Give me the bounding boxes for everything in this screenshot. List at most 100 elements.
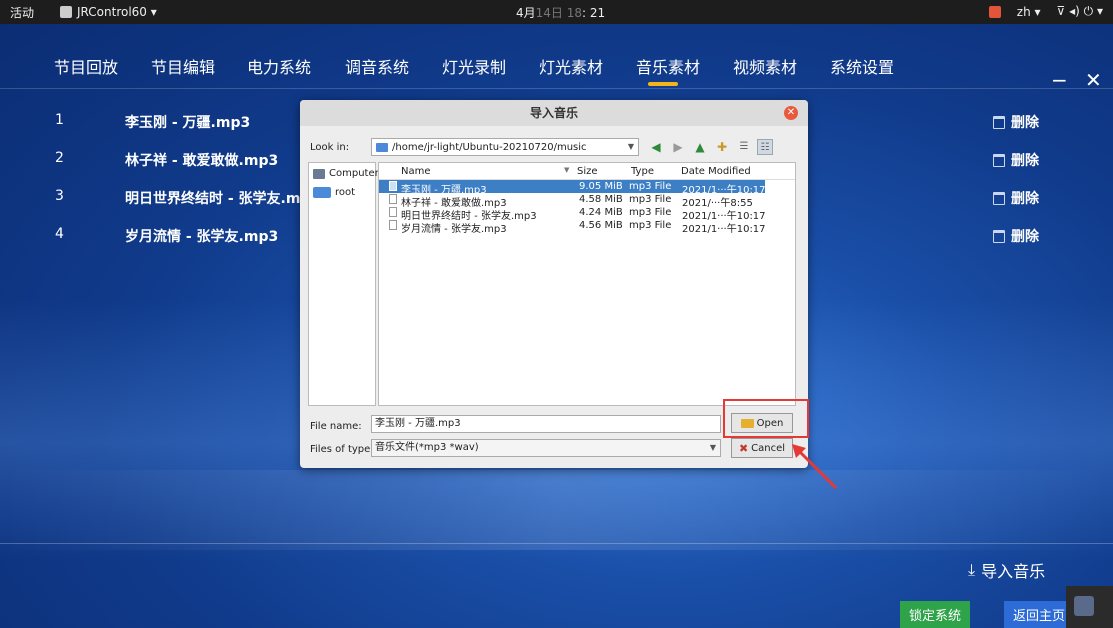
file-size: 9.05 MiB bbox=[579, 181, 623, 192]
file-type: mp3 File bbox=[629, 194, 672, 205]
overlay-widget[interactable] bbox=[1066, 586, 1113, 628]
file-row[interactable]: 明日世界终结时 - 张学友.mp3 4.24 MiB mp3 File 2021… bbox=[379, 206, 766, 222]
row-index: 2 bbox=[55, 150, 64, 166]
cancel-label: Cancel bbox=[751, 442, 786, 454]
row-name: 岁月流情 - 张学友.mp3 bbox=[125, 229, 279, 245]
trash-icon bbox=[993, 153, 1005, 167]
sidebar-item-computer[interactable]: Computer bbox=[313, 168, 379, 179]
delete-button[interactable]: 删除 bbox=[993, 150, 1039, 170]
file-name-label: File name: bbox=[310, 421, 362, 432]
tab-playback[interactable]: 节目回放 bbox=[54, 54, 118, 78]
row-index: 1 bbox=[55, 112, 64, 128]
row-index: 4 bbox=[55, 226, 64, 242]
delete-button[interactable]: 删除 bbox=[993, 112, 1039, 132]
file-row[interactable]: 岁月流情 - 张学友.mp3 4.56 MiB mp3 File 2021/1·… bbox=[379, 219, 766, 235]
highlight-box bbox=[723, 399, 809, 438]
tab-system-settings[interactable]: 系统设置 bbox=[830, 54, 894, 78]
look-in-label: Look in: bbox=[310, 142, 350, 153]
background-wave-highlight bbox=[0, 470, 1113, 550]
tab-light-material[interactable]: 灯光素材 bbox=[539, 54, 603, 78]
sidebar-item-label: Computer bbox=[329, 168, 379, 179]
clock-month: 4月 bbox=[516, 6, 536, 20]
delete-label: 删除 bbox=[1011, 229, 1039, 245]
file-icon bbox=[389, 181, 397, 191]
file-list: Name ▼ Size Type Date Modified 李玉刚 - 万疆.… bbox=[378, 162, 796, 406]
files-of-type-label: Files of type: bbox=[310, 444, 374, 455]
app-icon bbox=[60, 6, 73, 18]
cancel-button[interactable]: ✖ Cancel bbox=[731, 438, 793, 458]
clock-minutes: : 21 bbox=[582, 6, 606, 20]
tab-power-system[interactable]: 电力系统 bbox=[247, 54, 311, 78]
delete-label: 删除 bbox=[1011, 191, 1039, 207]
app-menu-label: JRControl60 ▾ bbox=[77, 5, 157, 19]
active-tab-indicator bbox=[648, 82, 678, 86]
file-size: 4.24 MiB bbox=[579, 207, 623, 218]
lock-system-button[interactable]: 锁定系统 bbox=[900, 601, 970, 628]
chevron-down-icon: ▼ bbox=[627, 142, 634, 151]
import-music-button[interactable]: ⤓ 导入音乐 bbox=[968, 558, 1045, 582]
language-selector[interactable]: zh ▾ bbox=[1017, 5, 1041, 19]
dialog-title: 导入音乐 bbox=[300, 100, 808, 126]
sidebar-item-label: root bbox=[335, 187, 356, 198]
main-nav: 节目回放 节目编辑 电力系统 调音系统 灯光录制 灯光素材 音乐素材 视频素材 … bbox=[0, 24, 1113, 92]
system-status-icons[interactable]: ⊽ ◂) ⏻ ▾ bbox=[1057, 4, 1103, 19]
column-name[interactable]: Name bbox=[401, 166, 431, 177]
back-icon[interactable]: ◀ bbox=[648, 139, 664, 155]
activities-button[interactable]: 活动 bbox=[10, 4, 34, 21]
tab-program-edit[interactable]: 节目编辑 bbox=[151, 54, 215, 78]
nav-divider bbox=[0, 88, 1113, 89]
file-name: 岁月流情 - 张学友.mp3 bbox=[401, 224, 507, 235]
delete-button[interactable]: 删除 bbox=[993, 188, 1039, 208]
file-row[interactable]: 李玉刚 - 万疆.mp3 9.05 MiB mp3 File 2021/1···… bbox=[379, 180, 766, 196]
delete-button[interactable]: 删除 bbox=[993, 226, 1039, 246]
trash-icon bbox=[993, 191, 1005, 205]
notification-icon[interactable] bbox=[988, 5, 1001, 18]
computer-icon bbox=[313, 168, 325, 179]
sidebar-item-root[interactable]: root bbox=[313, 187, 355, 198]
row-name: 明日世界终结时 - 张学友.mp3 bbox=[125, 191, 321, 207]
tab-video-material[interactable]: 视频素材 bbox=[733, 54, 797, 78]
file-list-header: Name ▼ Size Type Date Modified bbox=[379, 163, 795, 180]
tab-audio-system[interactable]: 调音系统 bbox=[345, 54, 409, 78]
detail-view-icon[interactable]: ☷ bbox=[757, 139, 773, 155]
folder-icon bbox=[313, 187, 331, 198]
sort-indicator-icon: ▼ bbox=[564, 166, 570, 174]
dialog-close-icon[interactable]: ✕ bbox=[784, 106, 798, 120]
back-home-button[interactable]: 返回主页 bbox=[1004, 601, 1074, 628]
clock-obscured: 14日 18 bbox=[535, 6, 582, 20]
delete-label: 删除 bbox=[1011, 115, 1039, 131]
file-name-input[interactable]: 李玉刚 - 万疆.mp3 bbox=[371, 415, 721, 433]
column-date[interactable]: Date Modified bbox=[681, 166, 751, 177]
file-icon bbox=[389, 220, 397, 230]
tab-light-recording[interactable]: 灯光录制 bbox=[442, 54, 506, 78]
file-type: mp3 File bbox=[629, 220, 672, 231]
cancel-icon: ✖ bbox=[738, 441, 749, 455]
file-size: 4.56 MiB bbox=[579, 220, 623, 231]
annotation-arrow-icon bbox=[792, 444, 838, 490]
row-index: 3 bbox=[55, 188, 64, 204]
delete-label: 删除 bbox=[1011, 153, 1039, 169]
look-in-combo[interactable]: /home/jr-light/Ubuntu-20210720/music ▼ bbox=[371, 138, 639, 156]
app-menu[interactable]: JRControl60 ▾ bbox=[60, 5, 157, 19]
parent-dir-icon[interactable]: ▲ bbox=[692, 139, 708, 155]
new-folder-icon[interactable]: ✚ bbox=[714, 139, 730, 155]
places-sidebar: Computer root bbox=[308, 162, 379, 406]
list-view-icon[interactable]: ☰ bbox=[736, 139, 752, 155]
column-type[interactable]: Type bbox=[631, 166, 654, 177]
file-row[interactable]: 林子祥 - 敢爱敢做.mp3 4.58 MiB mp3 File 2021/··… bbox=[379, 193, 765, 209]
column-size[interactable]: Size bbox=[577, 166, 598, 177]
file-icon bbox=[389, 207, 397, 217]
row-name: 林子祥 - 敢爱敢做.mp3 bbox=[125, 153, 279, 169]
forward-icon[interactable]: ▶ bbox=[670, 139, 686, 155]
tab-music-material[interactable]: 音乐素材 bbox=[636, 54, 700, 78]
file-type: mp3 File bbox=[629, 181, 672, 192]
clock[interactable]: 4月14日 18: 21 bbox=[516, 4, 605, 21]
files-of-type-select[interactable]: 音乐文件(*mp3 *wav) ▼ bbox=[371, 439, 721, 457]
file-size: 4.58 MiB bbox=[579, 194, 623, 205]
system-top-bar: 活动 JRControl60 ▾ 4月14日 18: 21 zh ▾ ⊽ ◂) … bbox=[0, 0, 1113, 24]
row-name: 李玉刚 - 万疆.mp3 bbox=[125, 115, 251, 131]
status-area: zh ▾ ⊽ ◂) ⏻ ▾ bbox=[988, 4, 1103, 19]
app-icon bbox=[1074, 596, 1094, 616]
bottom-divider bbox=[0, 543, 1113, 544]
file-date: 2021/1···午10:17 bbox=[682, 224, 766, 235]
